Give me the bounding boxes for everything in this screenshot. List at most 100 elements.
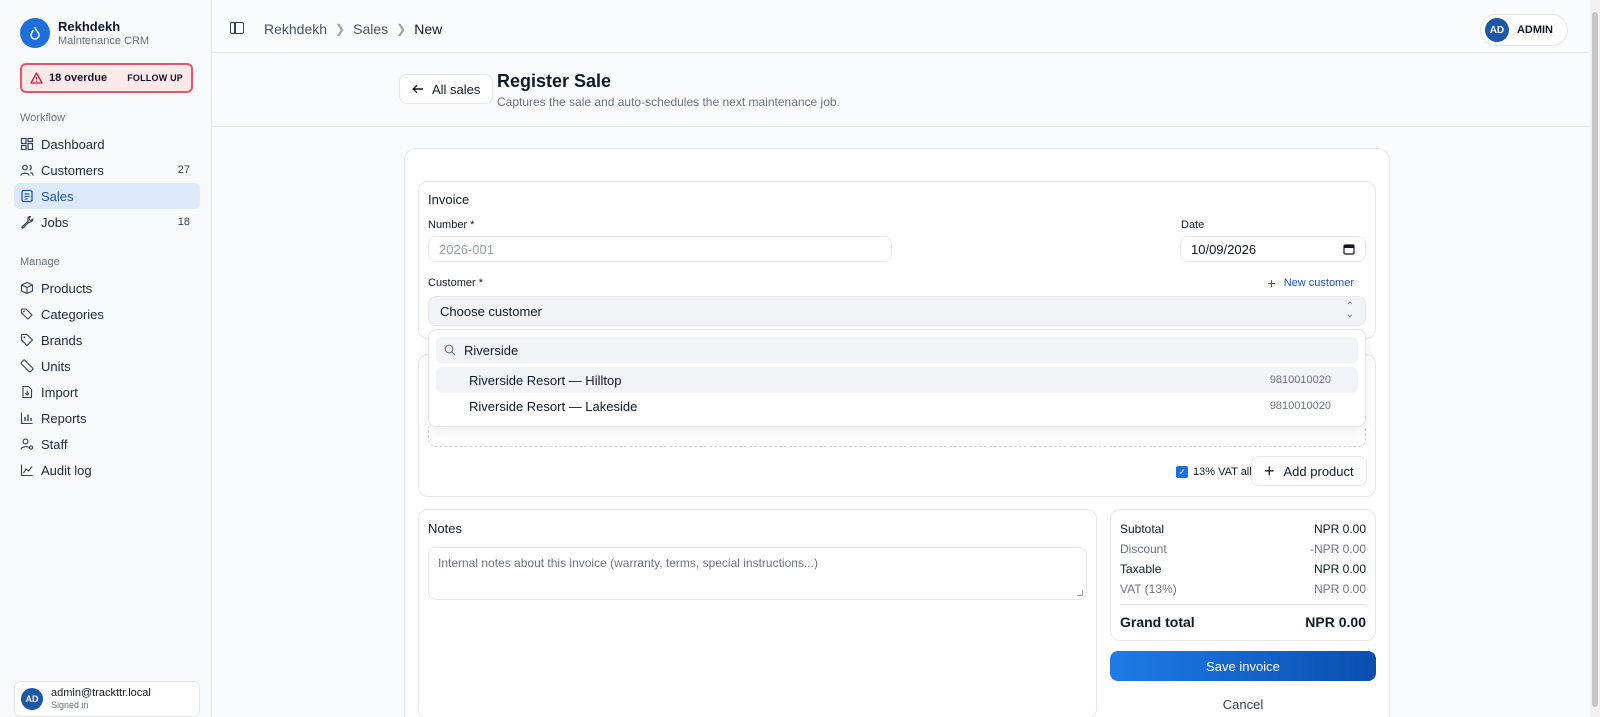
breadcrumb-item[interactable]: Rekhdekh (264, 21, 327, 37)
tags-icon (20, 308, 33, 320)
sidebar-item-jobs[interactable]: Jobs 18 (14, 209, 200, 235)
sidebar-item-label: Brands (41, 332, 83, 348)
add-product-button[interactable]: + Add product (1251, 456, 1367, 486)
activity-icon (20, 464, 33, 477)
user-gear-icon (20, 438, 34, 450)
calendar-icon[interactable] (1343, 243, 1355, 255)
sidebar-item-label: Customers (41, 162, 104, 178)
sidebar-item-units[interactable]: Units (14, 353, 200, 379)
sidebar-item-products[interactable]: Products (14, 275, 200, 301)
taxable-value: NPR 0.00 (1313, 562, 1366, 576)
sidebar-item-staff[interactable]: Staff (14, 431, 200, 457)
user-email: admin@trackttr.local (51, 687, 151, 699)
tag-icon (20, 333, 34, 347)
warning-icon (30, 72, 43, 84)
brand[interactable]: Rekhdekh Maintenance CRM (20, 18, 149, 48)
chevron-right-icon: ❯ (396, 22, 407, 36)
breadcrumb-item[interactable]: Sales (353, 21, 388, 37)
sidebar-item-label: Reports (41, 410, 87, 426)
customer-search-input[interactable]: Riverside (436, 337, 1358, 363)
customer-search-value: Riverside (464, 342, 519, 358)
vat-all-checkbox[interactable]: ✓ (1176, 466, 1188, 478)
invoice-number-input[interactable]: 2026-001 (428, 236, 892, 262)
discount-value: -NPR 0.00 (1309, 542, 1366, 556)
add-product-label: Add product (1283, 463, 1354, 479)
user-menu-button[interactable]: AD ADMIN (1479, 14, 1568, 46)
invoice-title: Invoice (428, 192, 470, 207)
sidebar-toggle-icon[interactable] (230, 22, 244, 34)
totals-divider (1120, 604, 1366, 605)
avatar: AD (1484, 18, 1509, 42)
arrow-left-icon (412, 84, 423, 94)
cancel-button[interactable]: Cancel (1110, 697, 1376, 712)
page-title: Register Sale (497, 71, 612, 91)
bar-chart-icon (20, 412, 33, 425)
sidebar-item-label: Categories (41, 306, 104, 322)
taxable-row: Taxable NPR 0.00 (1120, 562, 1366, 576)
role-label: ADMIN (1516, 24, 1553, 36)
brand-logo-icon (20, 18, 50, 48)
chevron-up-down-icon: ⌃ ⌄ (1345, 301, 1354, 320)
manage-section-label: Manage (20, 256, 60, 268)
topbar: Rekhdekh ❯ Sales ❯ New AD ADMIN (212, 0, 1590, 53)
overdue-count: 18 overdue (49, 72, 108, 84)
grand-total-value: NPR 0.00 (1305, 614, 1366, 630)
sidebar-item-sales[interactable]: Sales (14, 183, 200, 209)
customer-option-name: Riverside Resort — Lakeside (469, 398, 638, 414)
overdue-alert[interactable]: 18 overdue FOLLOW UP (20, 63, 193, 93)
number-label: Number * (428, 219, 475, 231)
sidebar-item-import[interactable]: Import (14, 379, 200, 405)
sidebar-item-categories[interactable]: Categories (14, 301, 200, 327)
follow-up-button[interactable]: FOLLOW UP (127, 73, 183, 83)
notes-title: Notes (428, 521, 462, 536)
file-import-icon (22, 385, 33, 399)
avatar: AD (21, 688, 43, 710)
grand-total-label: Grand total (1120, 614, 1195, 630)
user-card[interactable]: AD admin@trackttr.local Signed in (14, 681, 200, 717)
subtotal-label: Subtotal (1120, 522, 1165, 536)
sidebar-item-brands[interactable]: Brands (14, 327, 200, 353)
empty-products-placeholder (428, 427, 1366, 447)
date-label: Date (1181, 219, 1205, 231)
sidebar-item-customers[interactable]: Customers 27 (14, 157, 200, 183)
invoice-date-input[interactable]: 10/09/2026 (1180, 236, 1366, 262)
customer-option[interactable]: Riverside Resort — Lakeside 9810010020 (436, 393, 1358, 419)
grid-icon (20, 137, 34, 151)
sidebar-item-label: Products (41, 280, 93, 296)
customer-option-phone: 9810010020 (1269, 400, 1331, 412)
sidebar-item-label: Dashboard (41, 136, 105, 152)
all-sales-label: All sales (432, 81, 481, 97)
subtotal-row: Subtotal NPR 0.00 (1120, 522, 1366, 536)
sidebar: Rekhdekh Maintenance CRM 18 overdue FOLL… (0, 0, 212, 717)
breadcrumb-current: New (414, 21, 443, 37)
scrollbar-thumb[interactable] (1592, 12, 1598, 707)
new-customer-button[interactable]: + New customer (1268, 276, 1354, 290)
customer-option[interactable]: Riverside Resort — Hilltop 9810010020 (436, 367, 1358, 393)
box-icon (20, 281, 34, 295)
customers-count-badge: 27 (177, 164, 190, 176)
page-subtitle: Captures the sale and auto-schedules the… (497, 95, 840, 109)
breadcrumb: Rekhdekh ❯ Sales ❯ New (264, 21, 442, 37)
vat-label: VAT (13%) (1120, 582, 1177, 596)
app-subtitle: Maintenance CRM (58, 34, 150, 47)
taxable-label: Taxable (1120, 562, 1162, 576)
resize-handle-icon[interactable] (1077, 590, 1083, 596)
customer-select[interactable]: Choose customer ⌃ ⌄ (428, 296, 1366, 326)
vat-all-toggle[interactable]: ✓ 13% VAT all (1176, 466, 1252, 478)
customer-option-name: Riverside Resort — Hilltop (469, 372, 622, 388)
workflow-section-label: Workflow (20, 112, 66, 124)
all-sales-button[interactable]: All sales (399, 74, 494, 104)
jobs-count-badge: 18 (177, 216, 190, 228)
plus-icon: + (1264, 461, 1275, 481)
sidebar-item-label: Staff (41, 436, 68, 452)
sidebar-item-audit-log[interactable]: Audit log (14, 457, 200, 483)
sidebar-item-reports[interactable]: Reports (14, 405, 200, 431)
notes-textarea[interactable]: Internal notes about this invoice (warra… (428, 547, 1087, 600)
wrench-icon (21, 215, 34, 229)
save-invoice-button[interactable]: Save invoice (1110, 651, 1376, 681)
customer-select-value: Choose customer (440, 303, 542, 319)
discount-label: Discount (1120, 542, 1167, 556)
discount-row: Discount -NPR 0.00 (1120, 542, 1366, 556)
sidebar-item-dashboard[interactable]: Dashboard (14, 131, 200, 157)
page-header: All sales Register Sale Captures the sal… (212, 53, 1590, 127)
